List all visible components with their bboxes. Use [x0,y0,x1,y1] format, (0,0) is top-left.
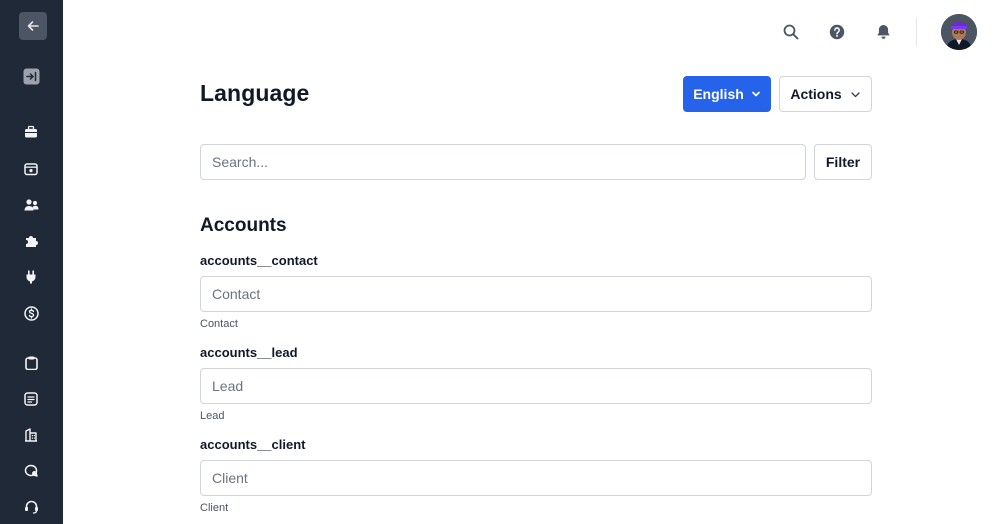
field-help-lead: Lead [200,410,225,422]
field-label-lead: accounts__lead [200,345,298,360]
inbox-icon [24,163,38,176]
client-translation-input[interactable] [200,460,872,496]
sidebar-item-documents[interactable] [22,390,40,408]
topbar-divider [916,18,917,46]
actions-dropdown-button[interactable]: Actions [779,76,872,112]
briefcase-icon [25,125,37,138]
sidebar-item-projects[interactable] [22,123,40,141]
help-button[interactable] [827,22,847,42]
chevron-down-icon [751,91,760,97]
language-dropdown-label: English [693,86,744,102]
section-title: Accounts [200,215,287,236]
search-icon [783,24,799,40]
user-photo [941,14,977,50]
puzzle-icon [26,236,38,247]
dollar-circle-icon [23,305,39,321]
field-label-contact: accounts__contact [200,253,318,268]
chevron-down-icon [851,91,860,97]
chat-icon [24,464,38,477]
avatar[interactable] [941,14,977,50]
support-icon [24,500,38,514]
page-title: Language [200,80,310,106]
contact-translation-input[interactable] [200,276,872,312]
notifications-button[interactable] [873,22,893,42]
document-icon [24,392,38,406]
sidebar-item-billing[interactable] [22,304,40,322]
field-help-client: Client [200,502,229,514]
sidebar-item-plugins[interactable] [22,268,40,286]
actions-dropdown-label: Actions [790,86,842,102]
sidebar-item-contacts[interactable] [22,196,40,214]
language-dropdown-button[interactable]: English [683,76,771,112]
plug-icon [26,270,36,284]
users-icon [24,199,38,211]
sidebar-item-messages[interactable] [22,462,40,480]
sidebar [0,0,63,524]
sidebar-expand-button[interactable] [22,67,40,85]
clipboard-icon [24,356,38,370]
sidebar-item-support[interactable] [22,498,40,516]
back-button[interactable] [19,12,47,40]
bell-icon [876,25,890,39]
search-button[interactable] [781,22,801,42]
filter-button[interactable]: Filter [814,144,872,180]
lead-translation-input[interactable] [200,368,872,404]
sidebar-item-company[interactable] [22,426,40,444]
field-label-client: accounts__client [200,437,306,452]
building-icon [25,428,37,442]
search-input[interactable] [200,144,806,180]
help-icon [829,24,845,40]
panel-expand-icon [23,68,39,84]
arrow-left-icon [27,21,39,31]
sidebar-item-integrations[interactable] [22,232,40,250]
field-help-contact: Contact [200,318,238,330]
sidebar-item-inbox[interactable] [22,160,40,178]
sidebar-item-tasks[interactable] [22,354,40,372]
